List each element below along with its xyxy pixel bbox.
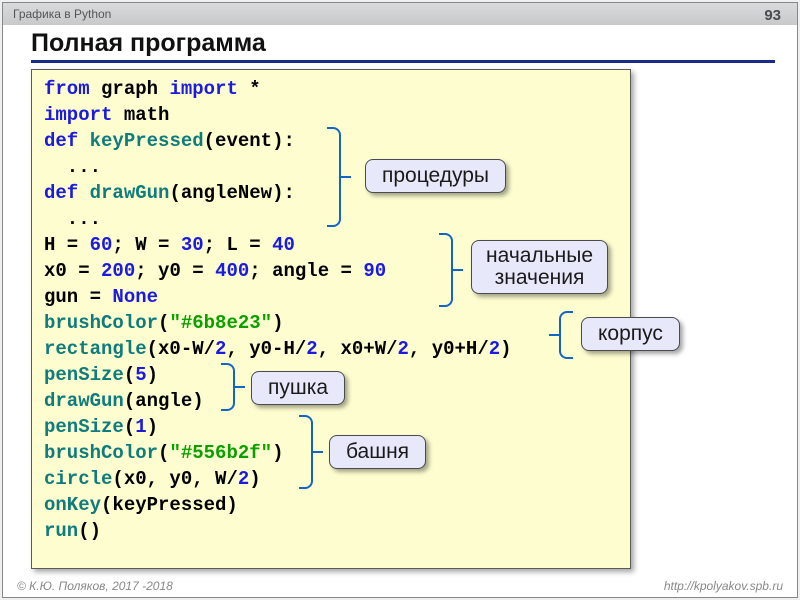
brace-tick	[549, 334, 559, 336]
kw-import: import	[169, 78, 237, 100]
fn-keypressed: keyPressed	[90, 130, 204, 152]
kw-from: from	[44, 78, 90, 100]
callout-procedures: процедуры	[365, 159, 506, 193]
page-number: 93	[764, 7, 781, 24]
footer-url: http://kpolyakov.spb.ru	[664, 579, 783, 593]
page-title: Полная программа	[31, 29, 775, 63]
breadcrumb: Графика в Python	[13, 7, 111, 21]
fn-drawgun: drawGun	[90, 182, 170, 204]
fn-brushcolor: brushColor	[44, 312, 158, 334]
fn-brushcolor: brushColor	[44, 442, 158, 464]
str-color2: "#556b2f"	[169, 442, 272, 464]
ellipsis: ...	[44, 208, 101, 230]
kw-import: import	[44, 104, 112, 126]
fn-rectangle: rectangle	[44, 338, 147, 360]
slide: Графика в Python 93 Полная программа fro…	[2, 2, 798, 598]
callout-initials: начальные значения	[471, 240, 608, 294]
fn-drawgun: drawGun	[44, 390, 124, 412]
brace-gun	[221, 363, 235, 411]
fn-circle: circle	[44, 468, 112, 490]
brace-initials	[439, 233, 453, 307]
brace-tower	[299, 415, 313, 489]
brace-body	[559, 311, 573, 359]
fn-pensize: penSize	[44, 364, 124, 386]
brace-tick	[341, 176, 351, 178]
fn-onkey: onKey	[44, 494, 101, 516]
callout-tower: башня	[329, 435, 426, 469]
ellipsis: ...	[44, 156, 101, 178]
fn-run: run	[44, 520, 78, 542]
kw-none: None	[112, 286, 158, 308]
brace-tick	[453, 269, 463, 271]
str-color1: "#6b8e23"	[169, 312, 272, 334]
callout-body: корпус	[581, 317, 680, 351]
kw-def: def	[44, 130, 78, 152]
brace-tick	[313, 451, 323, 453]
kw-def: def	[44, 182, 78, 204]
fn-pensize: penSize	[44, 416, 124, 438]
footer: © К.Ю. Поляков, 2017 -2018 http://kpolya…	[17, 579, 783, 593]
brace-procedures	[327, 127, 341, 227]
copyright: © К.Ю. Поляков, 2017 -2018	[17, 579, 173, 593]
callout-gun: пушка	[251, 371, 345, 405]
brace-tick	[235, 386, 245, 388]
topbar: Графика в Python	[3, 3, 797, 25]
